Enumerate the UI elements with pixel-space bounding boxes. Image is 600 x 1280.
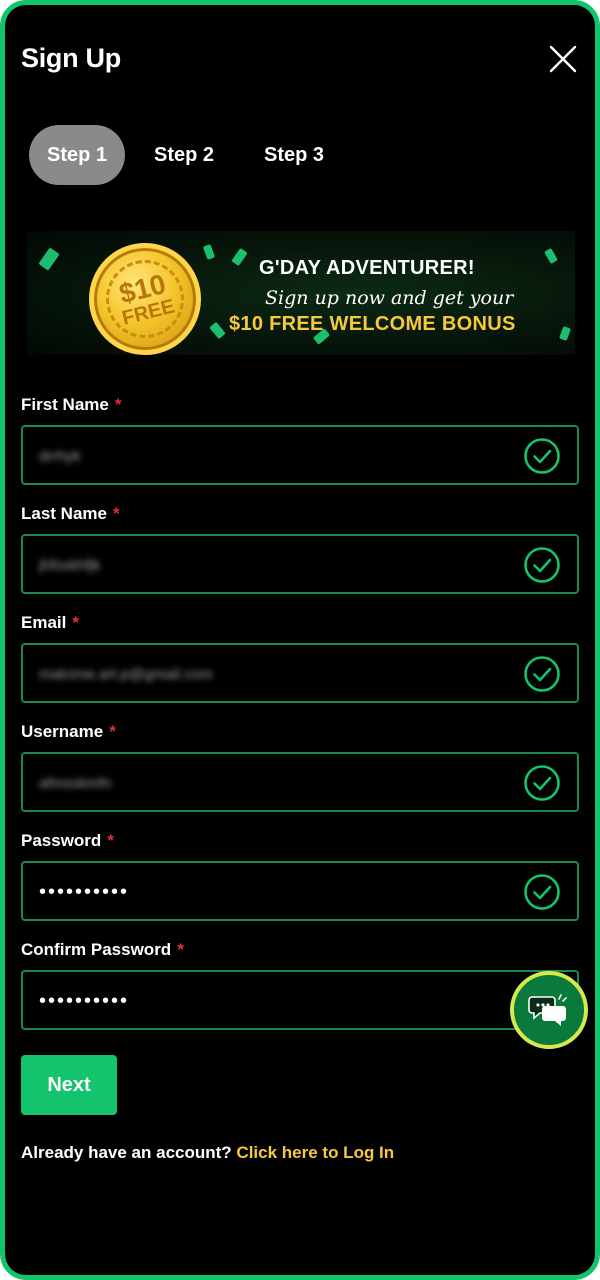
next-button[interactable]: Next [21, 1055, 117, 1115]
required-marker: * [109, 722, 116, 741]
label-text: Email [21, 613, 67, 632]
label-text: First Name [21, 395, 109, 414]
last-name-field[interactable] [21, 534, 579, 594]
check-circle-icon [524, 438, 560, 474]
last-name-input[interactable] [39, 550, 509, 580]
check-circle-icon [524, 547, 560, 583]
signup-modal: Sign Up Step 1 Step 2 Step 3 $10 FREE G'… [0, 0, 600, 1280]
welcome-bonus-banner: $10 FREE G'DAY ADVENTURER! Sign up now a… [27, 231, 575, 355]
confirm-password-label: Confirm Password * [21, 940, 184, 960]
tab-step-1[interactable]: Step 1 [29, 125, 125, 185]
username-label: Username * [21, 722, 116, 742]
confirm-password-input[interactable] [39, 986, 509, 1016]
email-label: Email * [21, 613, 79, 633]
tab-step-2[interactable]: Step 2 [141, 125, 227, 185]
username-input[interactable] [39, 768, 509, 798]
confirm-password-field[interactable] [21, 970, 579, 1030]
close-icon [549, 45, 577, 73]
gem-icon [202, 244, 216, 260]
password-field[interactable] [21, 861, 579, 921]
banner-headline: G'DAY ADVENTURER! [259, 257, 475, 279]
username-field[interactable] [21, 752, 579, 812]
label-text: Last Name [21, 504, 107, 523]
page-title: Sign Up [21, 43, 121, 73]
chat-bubbles-icon [528, 994, 567, 1026]
chat-button[interactable] [510, 971, 588, 1049]
first-name-input[interactable] [39, 441, 509, 471]
email-input[interactable] [39, 659, 509, 689]
banner-subline: Sign up now and get your [265, 287, 514, 309]
gem-icon [209, 321, 226, 340]
check-circle-icon [524, 874, 560, 910]
password-input[interactable] [39, 877, 509, 907]
login-prompt-text: Already have an account? [21, 1143, 232, 1162]
last-name-label: Last Name * [21, 504, 120, 524]
gem-icon [559, 326, 571, 341]
label-text: Confirm Password [21, 940, 172, 959]
close-button[interactable] [547, 43, 579, 75]
login-link[interactable]: Click here to Log In [236, 1143, 394, 1162]
login-prompt: Already have an account? Click here to L… [21, 1143, 394, 1163]
required-marker: * [177, 940, 184, 959]
required-marker: * [72, 613, 79, 632]
free-coin-icon: $10 FREE [89, 243, 201, 355]
required-marker: * [114, 395, 122, 414]
tab-step-3[interactable]: Step 3 [251, 125, 337, 185]
banner-bonus: $10 FREE WELCOME BONUS [229, 313, 516, 335]
check-circle-icon [524, 765, 560, 801]
first-name-label: First Name * [21, 395, 122, 415]
label-text: Username [21, 722, 104, 741]
label-text: Password [21, 831, 102, 850]
gem-icon [544, 247, 558, 265]
required-marker: * [107, 831, 114, 850]
check-circle-icon [524, 656, 560, 692]
email-field[interactable] [21, 643, 579, 703]
gem-icon [38, 247, 60, 271]
required-marker: * [112, 504, 120, 523]
first-name-field[interactable] [21, 425, 579, 485]
password-label: Password * [21, 831, 114, 851]
gem-icon [231, 247, 248, 267]
